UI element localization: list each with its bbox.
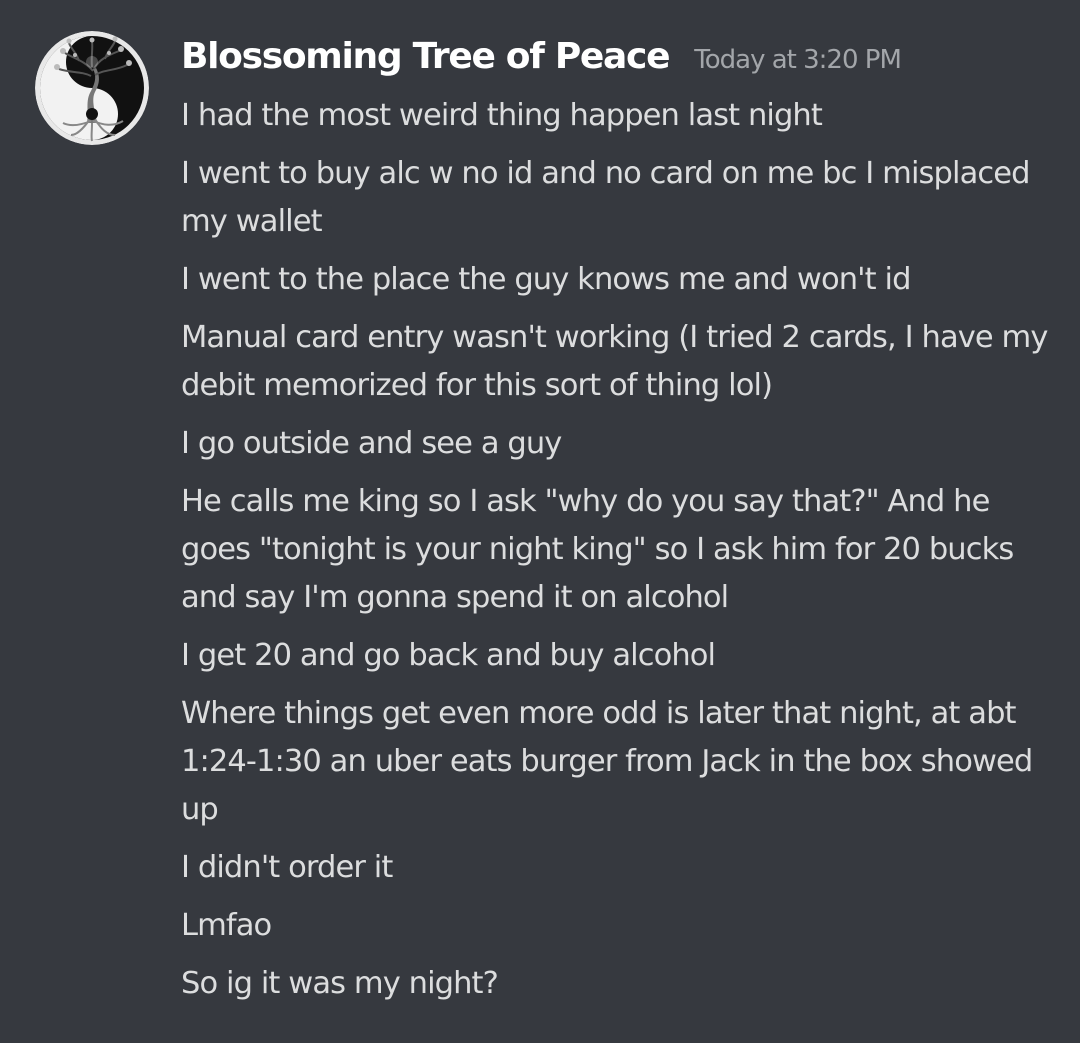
message-timestamp: Today at 3:20 PM <box>694 45 902 75</box>
message-header: Blossoming Tree of Peace Today at 3:20 P… <box>181 36 902 77</box>
message-text: Where things get even more odd is later … <box>181 696 1033 827</box>
message-text: I went to the place the guy knows me and… <box>181 262 911 297</box>
message-list: I had the most weird thing happen last n… <box>181 92 1061 1018</box>
message-text: I went to buy alc w no id and no card on… <box>181 156 1030 239</box>
message-text: Manual card entry wasn't working (I trie… <box>181 320 1048 403</box>
message-text: I go outside and see a guy <box>181 426 562 461</box>
username[interactable]: Blossoming Tree of Peace <box>181 36 670 77</box>
message-text: I had the most weird thing happen last n… <box>181 98 823 133</box>
chat-message-group: Blossoming Tree of Peace Today at 3:20 P… <box>0 0 1080 1043</box>
message-text: I didn't order it <box>181 850 393 885</box>
user-avatar[interactable] <box>35 31 149 145</box>
message-text: I get 20 and go back and buy alcohol <box>181 638 716 673</box>
message-text: He calls me king so I ask "why do you sa… <box>181 484 1014 615</box>
message-text: Lmfao <box>181 908 272 943</box>
yin-yang-tree-icon <box>35 31 149 145</box>
message-text: So ig it was my night? <box>181 966 499 1001</box>
